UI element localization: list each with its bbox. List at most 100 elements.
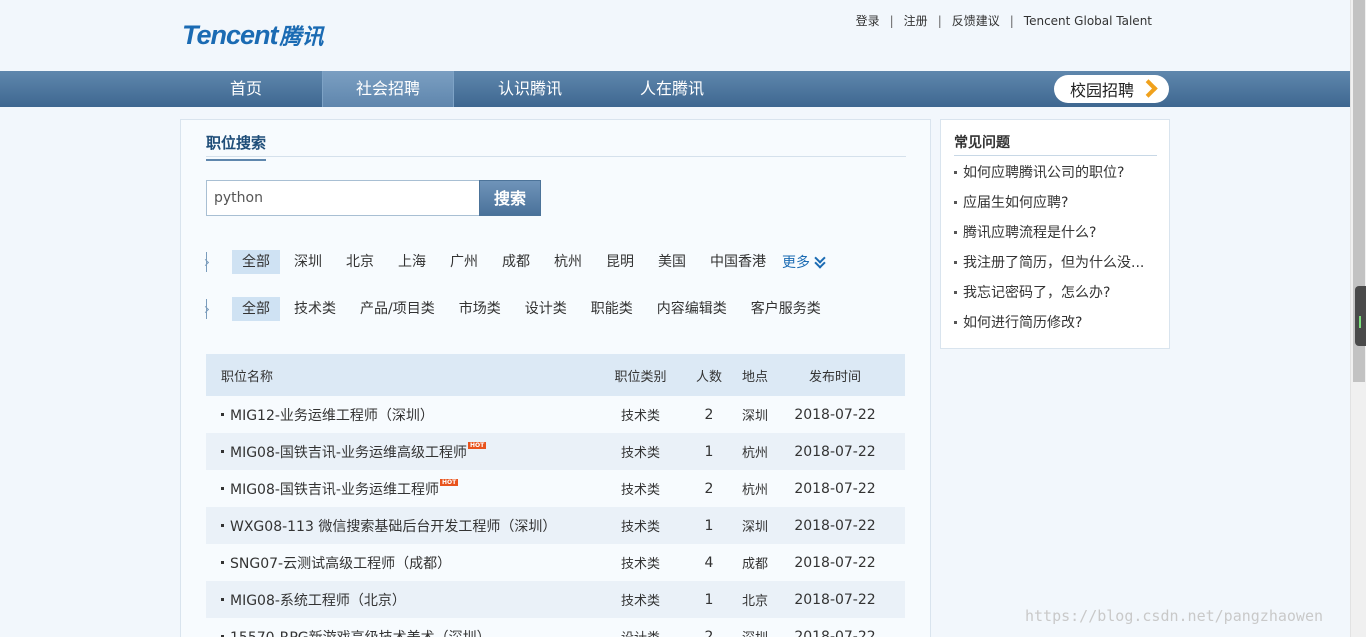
job-type-cell: 技术类 [620,446,660,461]
job-num-cell: 1 [704,517,714,534]
faq-item[interactable]: 如何进行简历修改? [954,312,1082,332]
job-date-cell: 2018-07-22 [794,628,876,637]
job-type-cell: 技术类 [620,520,660,535]
job-name-cell: MIG08-国铁吉讯-业务运维工程师 HOT [206,479,593,499]
more-locations-button[interactable]: 更多 [782,252,826,272]
divider: | [937,13,942,28]
job-num-cell: 1 [704,591,714,608]
job-type-cell: 技术类 [620,483,660,498]
col-header-name: 职位名称 [221,369,274,385]
filter-category-function[interactable]: 职能类 [581,297,643,321]
filter-location-all[interactable]: 全部 [232,250,280,274]
filter-category-design[interactable]: 设计类 [515,297,577,321]
filter-category-content[interactable]: 内容编辑类 [647,297,737,321]
category-filter: 全部 技术类 产品/项目类 市场类 设计类 职能类 内容编辑类 客户服务类 [206,296,835,322]
tencent-logo[interactable]: Tencent 腾讯 [182,20,324,51]
job-name-cell: SNG07-云测试高级工程师（成都） [206,553,593,573]
faq-item-label: 我注册了简历，但为什么没... [963,255,1145,271]
table-row: SNG07-云测试高级工程师（成都） 技术类 4 成都 2018-07-22 [206,544,905,581]
divider: | [889,13,894,28]
campus-recruit-label: 校园招聘 [1070,81,1135,100]
faq-item[interactable]: 我忘记密码了，怎么办? [954,282,1110,302]
job-num-cell: 4 [704,554,714,571]
job-loc-cell: 成都 [741,557,768,572]
bullet-icon [954,170,957,174]
col-header-date: 发布时间 [808,369,861,385]
col-header-loc: 地点 [741,369,768,385]
search-input[interactable] [206,180,480,216]
bullet-icon [221,561,224,564]
filter-category-service[interactable]: 客户服务类 [741,297,831,321]
faq-item-label: 如何应聘腾讯公司的职位? [963,165,1125,181]
bullet-icon [954,200,957,204]
job-name-cell: MIG08-系统工程师（北京） [206,590,593,610]
watermark: https://blog.csdn.net/pangzhaowen [1025,607,1324,625]
job-name-cell: MIG12-业务运维工程师（深圳） [206,405,593,425]
page-header: Tencent 腾讯 登录 | 注册 | 反馈建议 | Tencent Glob… [0,0,1350,71]
filter-category-market[interactable]: 市场类 [449,297,511,321]
faq-item[interactable]: 如何应聘腾讯公司的职位? [954,162,1124,182]
col-header-type: 职位类别 [614,369,667,385]
filter-location-shanghai[interactable]: 上海 [388,250,436,274]
filter-location-hangzhou[interactable]: 杭州 [544,250,592,274]
job-date-cell: 2018-07-22 [794,554,876,571]
table-row: WXG08-113 微信搜索基础后台开发工程师（深圳） 技术类 1 深圳 2018-07… [206,507,905,544]
job-date-cell: 2018-07-22 [794,406,876,423]
filter-location-kunming[interactable]: 昆明 [596,250,644,274]
job-loc-cell: 北京 [741,594,768,609]
feedback-link[interactable]: 反馈建议 [952,12,1000,29]
job-title-link[interactable]: 15570-RPG新游戏高级技术美术（深圳） [230,627,491,637]
faq-item-label: 腾讯应聘流程是什么? [963,225,1097,241]
nav-social-recruit[interactable]: 社会招聘 [322,71,454,107]
search-button[interactable]: 搜索 [479,180,541,216]
side-widget-handle[interactable] [1355,286,1366,346]
job-title-link[interactable]: WXG08-113 微信搜索基础后台开发工程师（深圳） [230,516,556,536]
divider [206,156,906,157]
location-filter: 全部 深圳 北京 上海 广州 成都 杭州 昆明 美国 中国香港 更多 [206,249,826,275]
nav-home[interactable]: 首页 [176,71,316,107]
table-row: MIG12-业务运维工程师（深圳） 技术类 2 深圳 2018-07-22 [206,396,905,433]
job-loc-cell: 杭州 [741,446,768,461]
campus-recruit-button[interactable]: 校园招聘 [1054,75,1169,103]
filter-category-all[interactable]: 全部 [232,297,280,321]
faq-item[interactable]: 腾讯应聘流程是什么? [954,222,1096,242]
nav-about-tencent[interactable]: 认识腾讯 [460,71,600,107]
job-name-cell: MIG08-国铁吉讯-业务运维高级工程师 HOT [206,442,593,462]
job-title-link[interactable]: MIG12-业务运维工程师（深圳） [230,405,434,425]
job-title-link[interactable]: MIG08-国铁吉讯-业务运维工程师 [230,479,439,499]
filter-category-tech[interactable]: 技术类 [284,297,346,321]
filter-location-guangzhou[interactable]: 广州 [440,250,488,274]
filter-location-beijing[interactable]: 北京 [336,250,384,274]
more-label: 更多 [782,255,810,271]
faq-item-label: 我忘记密码了，怎么办? [963,285,1111,301]
register-link[interactable]: 注册 [904,12,928,29]
bracket-icon [206,299,218,319]
nav-people-at-tencent[interactable]: 人在腾讯 [602,71,742,107]
job-table: 职位名称 职位类别 人数 地点 发布时间 MIG12-业务运维工程师（深圳） 技术… [206,354,905,637]
arrow-right-icon [1142,80,1156,98]
bracket-icon [206,252,218,272]
job-type-cell: 技术类 [620,557,660,572]
global-talent-link[interactable]: Tencent Global Talent [1024,14,1152,28]
faq-item[interactable]: 应届生如何应聘? [954,192,1068,212]
job-title-link[interactable]: MIG08-国铁吉讯-业务运维高级工程师 [230,442,467,462]
login-link[interactable]: 登录 [856,12,880,29]
job-date-cell: 2018-07-22 [794,480,876,497]
job-title-link[interactable]: MIG08-系统工程师（北京） [230,590,406,610]
job-type-cell: 技术类 [620,409,660,424]
filter-location-chengdu[interactable]: 成都 [492,250,540,274]
bullet-icon [954,290,957,294]
job-name-cell: WXG08-113 微信搜索基础后台开发工程师（深圳） [206,516,593,536]
filter-location-usa[interactable]: 美国 [648,250,696,274]
job-title-link[interactable]: SNG07-云测试高级工程师（成都） [230,553,451,573]
filter-category-product[interactable]: 产品/项目类 [350,297,445,321]
bullet-icon [954,260,957,264]
filter-location-hongkong[interactable]: 中国香港 [700,250,776,274]
bullet-icon [221,450,224,453]
job-type-cell: 设计类 [593,627,688,637]
hot-badge: HOT [467,442,487,449]
bullet-icon [221,524,224,527]
filter-location-shenzhen[interactable]: 深圳 [284,250,332,274]
job-loc-cell: 深圳 [741,520,768,535]
faq-item[interactable]: 我注册了简历，但为什么没... [954,252,1144,272]
